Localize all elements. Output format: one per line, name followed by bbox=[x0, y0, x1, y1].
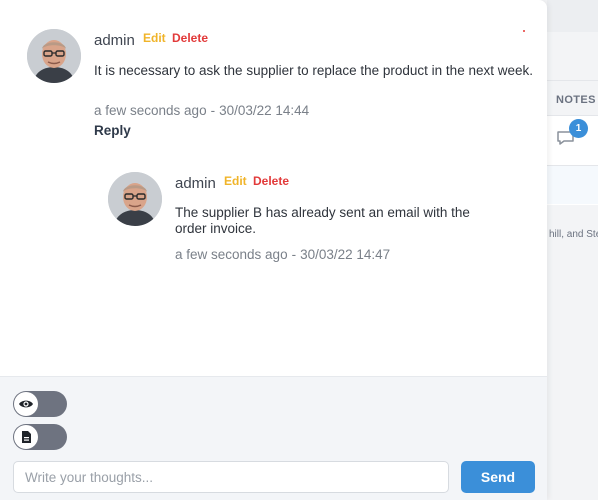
indicator-dot bbox=[523, 30, 525, 32]
document-icon bbox=[21, 431, 31, 443]
comment-relative-time: a few seconds ago bbox=[175, 247, 288, 262]
comments-panel: admin Edit Delete It is necessary to ask… bbox=[0, 0, 547, 500]
notes-count-badge: 1 bbox=[569, 119, 588, 138]
notes-column-header: NOTES bbox=[547, 80, 598, 116]
meta-separator: - bbox=[210, 103, 216, 118]
user-avatar-photo bbox=[108, 172, 162, 226]
toggle-knob bbox=[14, 425, 38, 449]
send-button[interactable]: Send bbox=[461, 461, 535, 493]
comment-composer: Send bbox=[0, 376, 547, 500]
user-avatar-photo bbox=[27, 29, 81, 83]
toggle-knob bbox=[14, 392, 38, 416]
comment-relative-time: a few seconds ago bbox=[94, 103, 207, 118]
meta-separator: - bbox=[291, 247, 297, 262]
comment-author: admin bbox=[175, 175, 216, 192]
background-row bbox=[547, 166, 598, 204]
comment-input[interactable] bbox=[13, 461, 449, 493]
visibility-toggle[interactable] bbox=[13, 391, 67, 417]
user-avatar bbox=[108, 172, 162, 226]
delete-comment-button[interactable]: Delete bbox=[172, 31, 208, 45]
comment-timestamp: 30/03/22 14:44 bbox=[219, 103, 310, 118]
comment-text: It is necessary to ask the supplier to r… bbox=[94, 63, 533, 78]
delete-comment-button[interactable]: Delete bbox=[253, 174, 289, 188]
comment-text: The supplier B has already sent an email… bbox=[175, 205, 470, 236]
eye-icon bbox=[19, 400, 33, 408]
comment-timestamp: 30/03/22 14:47 bbox=[300, 247, 391, 262]
reply-button[interactable]: Reply bbox=[94, 123, 131, 138]
background-footer-text: hill, and Ste bbox=[549, 229, 598, 240]
comment-meta: a few seconds ago -30/03/22 14:44 bbox=[94, 103, 309, 118]
notes-row[interactable]: 1 bbox=[547, 116, 598, 166]
comment-author: admin bbox=[94, 32, 135, 49]
background-top-strip bbox=[547, 0, 598, 32]
edit-comment-button[interactable]: Edit bbox=[224, 174, 247, 188]
edit-comment-button[interactable]: Edit bbox=[143, 31, 166, 45]
document-toggle[interactable] bbox=[13, 424, 67, 450]
comment-meta: a few seconds ago -30/03/22 14:47 bbox=[175, 247, 390, 262]
user-avatar bbox=[27, 29, 81, 83]
